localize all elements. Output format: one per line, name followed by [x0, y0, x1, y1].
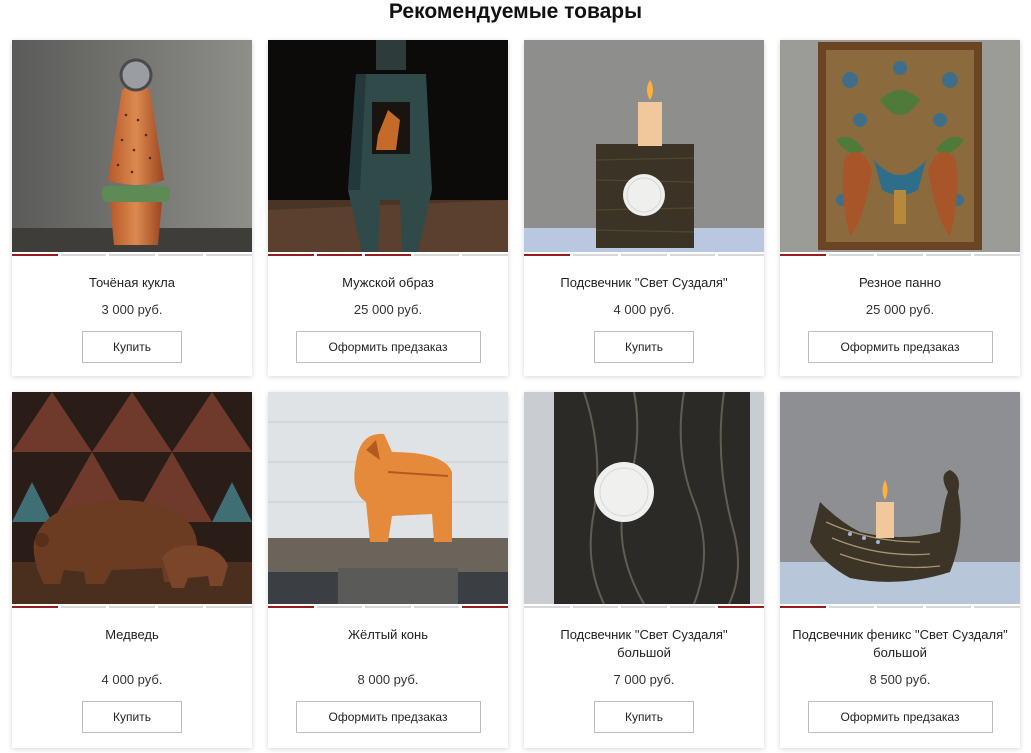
product-card: Подсвечник феникс "Свет Суздаля" большой… — [780, 392, 1020, 748]
buy-button[interactable]: Купить — [594, 701, 694, 733]
product-price: 4 000 руб. — [613, 302, 675, 317]
buy-button[interactable]: Купить — [82, 331, 182, 363]
product-image-candle-holder-large[interactable] — [524, 392, 764, 604]
product-name[interactable]: Медведь — [12, 626, 252, 644]
product-card: Медведь 4 000 руб. Купить — [12, 392, 252, 748]
buy-button[interactable]: Купить — [594, 331, 694, 363]
product-image-bear[interactable] — [12, 392, 252, 604]
product-name[interactable]: Жёлтый конь — [268, 626, 508, 644]
product-card: Точёная кукла 3 000 руб. Купить — [12, 40, 252, 376]
product-price: 4 000 руб. — [101, 672, 163, 687]
product-name[interactable]: Точёная кукла — [12, 274, 252, 292]
product-price: 25 000 руб. — [865, 302, 935, 317]
product-image-male-figure[interactable] — [268, 40, 508, 252]
preorder-button[interactable]: Оформить предзаказ — [807, 331, 993, 363]
preorder-button[interactable]: Оформить предзаказ — [295, 331, 481, 363]
product-image-candle-holder[interactable] — [524, 40, 764, 252]
slider-dots[interactable] — [268, 254, 508, 258]
preorder-button[interactable]: Оформить предзаказ — [295, 701, 481, 733]
product-price: 7 000 руб. — [613, 672, 675, 687]
product-name[interactable]: Резное панно — [780, 274, 1020, 292]
product-image-carved-panel[interactable] — [780, 40, 1020, 252]
slider-dots[interactable] — [12, 606, 252, 610]
slider-dots[interactable] — [268, 606, 508, 610]
product-image-turned-doll[interactable] — [12, 40, 252, 252]
product-name[interactable]: Подсвечник "Свет Суздаля" большой — [524, 626, 764, 662]
product-price: 25 000 руб. — [353, 302, 423, 317]
slider-dots[interactable] — [780, 606, 1020, 610]
product-image-yellow-horse[interactable] — [268, 392, 508, 604]
slider-dots[interactable] — [12, 254, 252, 258]
slider-dots[interactable] — [524, 254, 764, 258]
product-name[interactable]: Подсвечник "Свет Суздаля" — [524, 274, 764, 292]
product-price: 8 500 руб. — [869, 672, 931, 687]
slider-dots[interactable] — [524, 606, 764, 610]
buy-button[interactable]: Купить — [82, 701, 182, 733]
slider-dots[interactable] — [780, 254, 1020, 258]
product-card: Подсвечник "Свет Суздаля" 4 000 руб. Куп… — [524, 40, 764, 376]
product-name[interactable]: Мужской образ — [268, 274, 508, 292]
product-price: 8 000 руб. — [357, 672, 419, 687]
product-card: Жёлтый конь 8 000 руб. Оформить предзака… — [268, 392, 508, 748]
product-card: Мужской образ 25 000 руб. Оформить предз… — [268, 40, 508, 376]
product-image-phoenix-candle-holder[interactable] — [780, 392, 1020, 604]
product-price: 3 000 руб. — [101, 302, 163, 317]
product-name[interactable]: Подсвечник феникс "Свет Суздаля" большой — [780, 626, 1020, 662]
product-card: Подсвечник "Свет Суздаля" большой 7 000 … — [524, 392, 764, 748]
product-card: Резное панно 25 000 руб. Оформить предза… — [780, 40, 1020, 376]
preorder-button[interactable]: Оформить предзаказ — [807, 701, 993, 733]
section-title: Рекомендуемые товары — [388, 0, 643, 23]
